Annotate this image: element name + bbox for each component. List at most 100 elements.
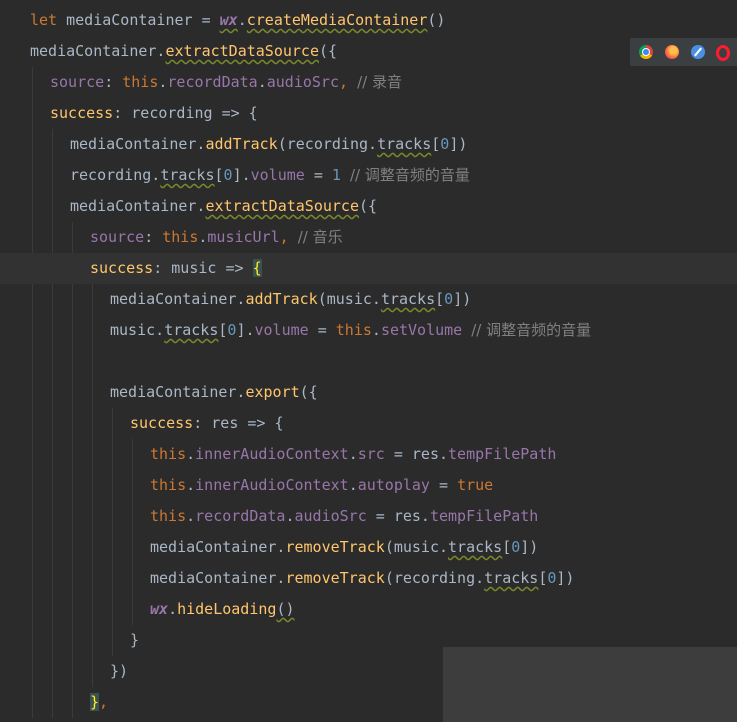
code-line[interactable]: mediaContainer.export({ (0, 377, 737, 408)
code-token: mediaContainer. (110, 383, 246, 401)
code-line[interactable]: this.innerAudioContext.autoplay = true (0, 470, 737, 501)
code-token: extractDataSource (165, 42, 319, 60)
code-token: mediaContainer. (30, 42, 166, 60)
code-token: 0 (511, 538, 521, 556)
code-line[interactable]: mediaContainer.addTrack(music.tracks[0]) (0, 284, 737, 315)
code-line[interactable]: this.innerAudioContext.src = res.tempFil… (0, 439, 737, 470)
code-token: addTrack (205, 135, 278, 153)
code-token: autoplay (357, 476, 430, 494)
code-editor[interactable]: let mediaContainer = wx.createMediaConta… (0, 0, 737, 722)
code-line[interactable]: mediaContainer.extractDataSource({ (0, 191, 737, 222)
code-token: 0 (223, 166, 233, 184)
safari-icon[interactable] (691, 45, 705, 59)
code-token: () (276, 600, 295, 618)
code-token: volume (254, 321, 309, 339)
code-token: . (186, 445, 196, 463)
code-token: [ (435, 290, 445, 308)
code-token: }) (110, 662, 129, 680)
code-line[interactable]: wx.hideLoading() (0, 594, 737, 625)
code-token: = res. (366, 507, 430, 525)
code-token: ]) (449, 135, 468, 153)
chrome-icon[interactable] (639, 45, 653, 59)
code-token: = res. (384, 445, 449, 463)
code-token: } (90, 693, 100, 711)
code-token: : recording => { (113, 104, 258, 122)
code-token: ]. (236, 321, 255, 339)
code-token: success (130, 414, 194, 432)
code-token: mediaContainer. (150, 538, 286, 556)
code-token: volume (250, 166, 305, 184)
code-line[interactable]: mediaContainer.removeTrack(music.tracks[… (0, 532, 737, 563)
code-token: recording. (70, 166, 161, 184)
code-token: musicUrl (207, 228, 280, 246)
code-token: mediaContainer. (70, 197, 206, 215)
code-token: audioSrc (266, 73, 339, 91)
code-line[interactable]: music.tracks[0].volume = this.setVolume … (0, 315, 737, 346)
code-line[interactable]: success: res => { (0, 408, 737, 439)
code-token: ]) (453, 290, 472, 308)
code-token: 0 (440, 135, 450, 153)
code-token: : music => (153, 259, 253, 277)
code-line[interactable]: success: recording => { (0, 98, 737, 129)
code-token: ({ (359, 197, 378, 215)
code-token: success (90, 259, 154, 277)
code-token: innerAudioContext (195, 445, 349, 463)
code-token: . (371, 321, 381, 339)
code-token: . (348, 445, 358, 463)
code-token: tracks (380, 290, 436, 308)
code-token: ]) (520, 538, 539, 556)
code-token: , (339, 73, 358, 91)
code-token: (music. (384, 538, 449, 556)
code-token: = (429, 476, 458, 494)
code-token: , (99, 693, 109, 711)
opera-icon[interactable] (716, 45, 730, 61)
code-token: export (245, 383, 300, 401)
code-token: ]) (556, 569, 575, 587)
code-token: tempFilePath (429, 507, 539, 525)
code-token: mediaContainer. (150, 569, 286, 587)
code-line[interactable]: success: music => { (0, 253, 737, 284)
code-token: removeTrack (285, 569, 385, 587)
code-token: [ (431, 135, 441, 153)
code-token: tracks (377, 135, 432, 153)
code-token: // 调整音频的音量 (471, 321, 592, 339)
code-token: mediaContainer. (110, 290, 246, 308)
code-token: hideLoading (177, 600, 277, 618)
code-token: music. (110, 321, 165, 339)
code-token: // 调整音频的音量 (349, 166, 470, 184)
code-token: tempFilePath (448, 445, 557, 463)
code-token: } (130, 631, 140, 649)
code-token: . (257, 73, 267, 91)
code-token: wx (219, 11, 238, 29)
code-token: addTrack (245, 290, 318, 308)
code-token: this (150, 476, 187, 494)
code-token: tracks (484, 569, 539, 587)
code-line[interactable]: let mediaContainer = wx.createMediaConta… (0, 5, 737, 36)
code-token: setVolume (380, 321, 463, 339)
code-token: ({ (319, 42, 338, 60)
code-token: this (150, 445, 187, 463)
code-line[interactable]: mediaContainer.extractDataSource({ (0, 36, 737, 67)
code-token: src (357, 445, 385, 463)
code-token: audioSrc (294, 507, 367, 525)
code-token: true (457, 476, 494, 494)
code-token: (recording. (277, 135, 378, 153)
code-line[interactable]: mediaContainer.addTrack(recording.tracks… (0, 129, 737, 160)
code-token: tracks (448, 538, 503, 556)
code-token: removeTrack (285, 538, 385, 556)
code-token: recordData (167, 73, 258, 91)
code-line[interactable]: this.recordData.audioSrc = res.tempFileP… (0, 501, 737, 532)
code-token: = (308, 321, 336, 339)
code-line[interactable]: source: this.musicUrl, // 音乐 (0, 222, 737, 253)
code-token: let (30, 11, 67, 29)
code-token: this (335, 321, 372, 339)
code-line[interactable]: mediaContainer.removeTrack(recording.tra… (0, 563, 737, 594)
code-token: [ (214, 166, 224, 184)
code-token: : (144, 228, 163, 246)
code-line[interactable]: recording.tracks[0].volume = 1 // 调整音频的音… (0, 160, 737, 191)
code-token: this (162, 228, 199, 246)
code-token: (music. (317, 290, 381, 308)
code-line[interactable]: source: this.recordData.audioSrc, // 录音 (0, 67, 737, 98)
code-line[interactable] (0, 346, 737, 377)
firefox-icon[interactable] (665, 45, 679, 59)
